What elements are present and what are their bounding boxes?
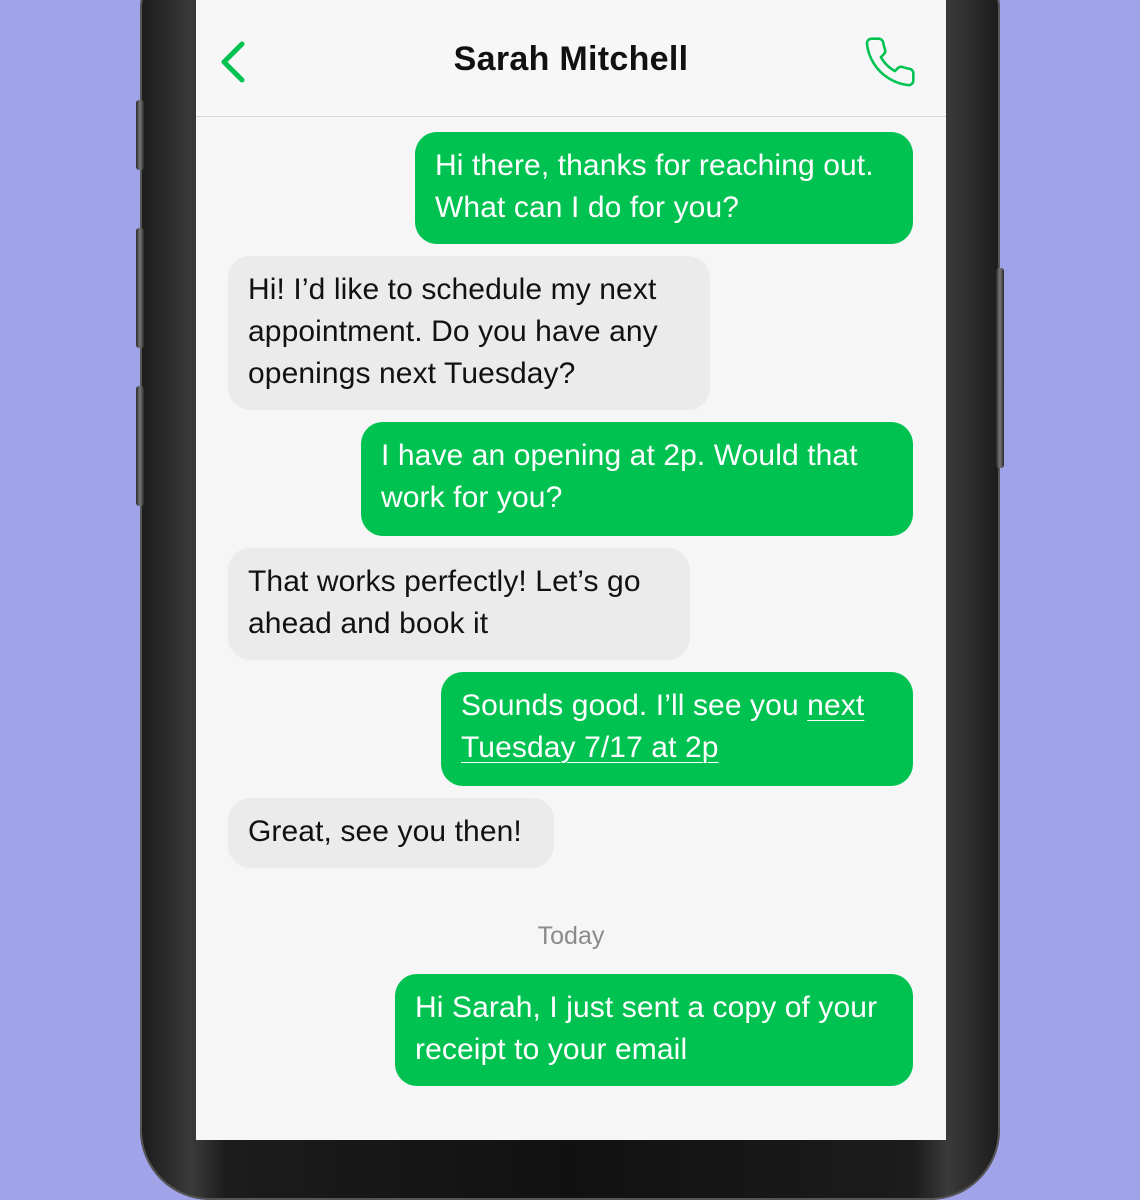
message-line: I have an opening at 2p. Would that xyxy=(381,439,858,472)
message-bubble-outgoing[interactable]: Hi there, thanks for reaching out. What … xyxy=(415,132,913,244)
message-line: That works perfectly! Let’s go xyxy=(248,565,641,598)
call-button[interactable] xyxy=(862,34,918,90)
message-line: work for you? xyxy=(381,481,563,514)
message-line: Tuesday 7/17 at 2p xyxy=(461,727,893,769)
date-link[interactable]: Tuesday 7/17 at 2p xyxy=(461,731,719,764)
message-line: ahead and book it xyxy=(248,607,489,640)
message-line: appointment. Do you have any xyxy=(248,315,658,348)
message-bubble-incoming[interactable]: Great, see you then! xyxy=(228,798,554,868)
message-line: receipt to your email xyxy=(415,1033,688,1066)
phone-volume-up-button xyxy=(136,228,144,348)
phone-volume-down-button xyxy=(136,386,144,506)
date-divider: Today xyxy=(537,922,605,950)
message-line: openings next Tuesday? xyxy=(248,357,576,390)
date-link[interactable]: next xyxy=(807,689,864,722)
message-line: Sounds good. I’ll see you next xyxy=(461,685,893,727)
message-bubble-outgoing[interactable]: Sounds good. I’ll see you next Tuesday 7… xyxy=(441,672,913,786)
message-bubble-incoming[interactable]: That works perfectly! Let’s go ahead and… xyxy=(228,548,690,660)
phone-icon xyxy=(865,37,915,87)
messages-screen: Sarah Mitchell Hi there, thanks for reac… xyxy=(196,0,946,1140)
phone-side-button xyxy=(136,100,144,170)
contact-name: Sarah Mitchell xyxy=(453,40,689,78)
message-text: Sounds good. I’ll see you xyxy=(461,689,808,722)
conversation-header: Sarah Mitchell xyxy=(196,0,946,117)
message-line: What can I do for you? xyxy=(435,191,740,224)
message-line: Hi there, thanks for reaching out. xyxy=(435,149,874,182)
message-line: Hi! I’d like to schedule my next xyxy=(248,273,657,306)
message-bubble-outgoing[interactable]: I have an opening at 2p. Would that work… xyxy=(361,422,913,536)
message-bubble-incoming[interactable]: Hi! I’d like to schedule my next appoint… xyxy=(228,256,710,410)
phone-power-button xyxy=(996,268,1004,468)
message-line: Hi Sarah, I just sent a copy of your xyxy=(415,991,878,1024)
message-bubble-outgoing[interactable]: Hi Sarah, I just sent a copy of your rec… xyxy=(395,974,913,1086)
message-line: Great, see you then! xyxy=(248,815,522,848)
